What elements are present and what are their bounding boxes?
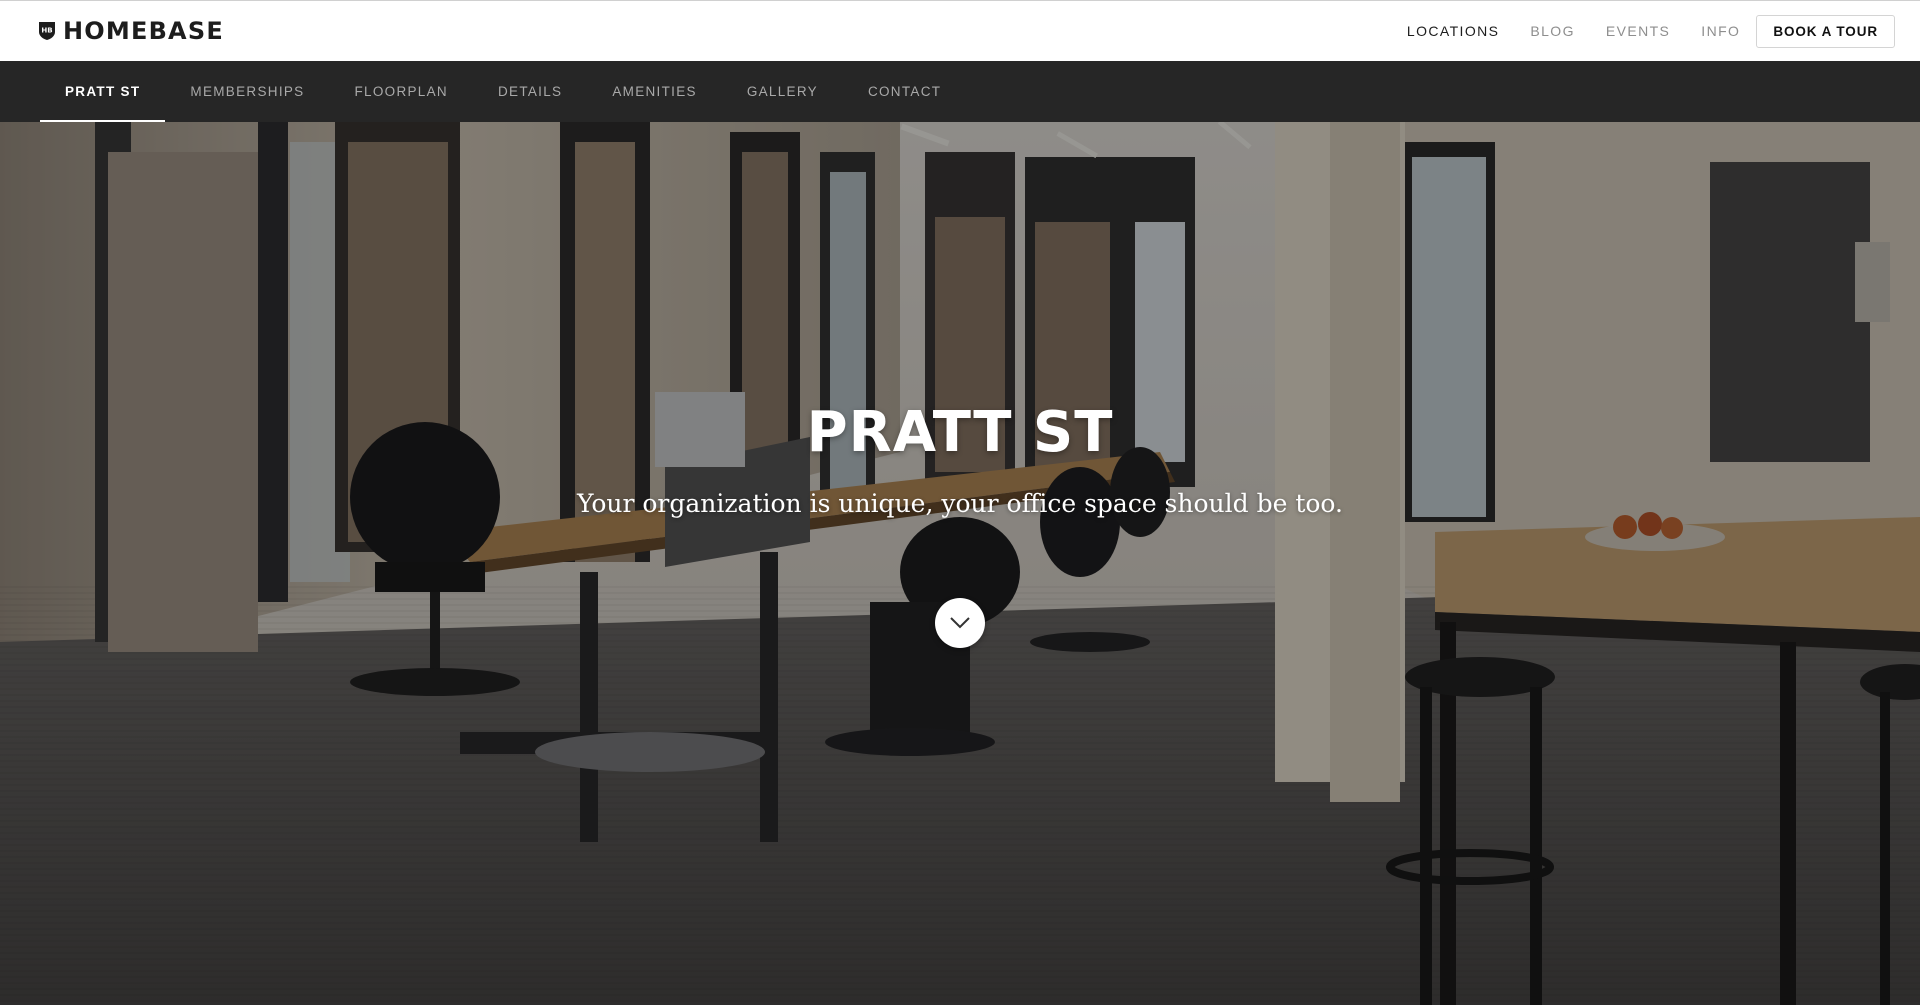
hero-content: PRATT ST Your organization is unique, yo… <box>0 400 1920 519</box>
book-a-tour-button[interactable]: BOOK A TOUR <box>1756 14 1895 48</box>
scroll-down-button[interactable] <box>935 598 985 648</box>
subnav-pratt-st[interactable]: PRATT ST <box>40 61 166 122</box>
hero-subtitle: Your organization is unique, your office… <box>576 489 1343 518</box>
topnav-info[interactable]: INFO <box>1701 23 1740 39</box>
subnav-amenities[interactable]: AMENITIES <box>587 61 721 122</box>
subnav-gallery[interactable]: GALLERY <box>722 61 843 122</box>
subnav-memberships[interactable]: MEMBERSHIPS <box>165 61 329 122</box>
chevron-down-icon <box>950 617 970 629</box>
top-navigation: LOCATIONS BLOG EVENTS INFO BOOK A TOUR <box>1407 14 1895 48</box>
subnav-details[interactable]: DETAILS <box>473 61 587 122</box>
svg-text:HB: HB <box>41 27 52 35</box>
topnav-events[interactable]: EVENTS <box>1606 23 1670 39</box>
hero-section: PRATT ST Your organization is unique, yo… <box>0 122 1920 1005</box>
topnav-locations[interactable]: LOCATIONS <box>1407 23 1499 39</box>
brand-name: HOMEBASE <box>63 17 224 45</box>
site-header: HB HOMEBASE LOCATIONS BLOG EVENTS INFO B… <box>0 0 1920 61</box>
location-subnav: PRATT ST MEMBERSHIPS FLOORPLAN DETAILS A… <box>0 61 1920 122</box>
hero-title: PRATT ST <box>806 400 1114 465</box>
homebase-shield-icon: HB <box>38 21 56 41</box>
hero-dark-overlay <box>0 122 1920 1005</box>
brand-logo[interactable]: HB HOMEBASE <box>38 19 224 43</box>
topnav-blog[interactable]: BLOG <box>1530 23 1575 39</box>
subnav-floorplan[interactable]: FLOORPLAN <box>329 61 472 122</box>
subnav-contact[interactable]: CONTACT <box>843 61 966 122</box>
